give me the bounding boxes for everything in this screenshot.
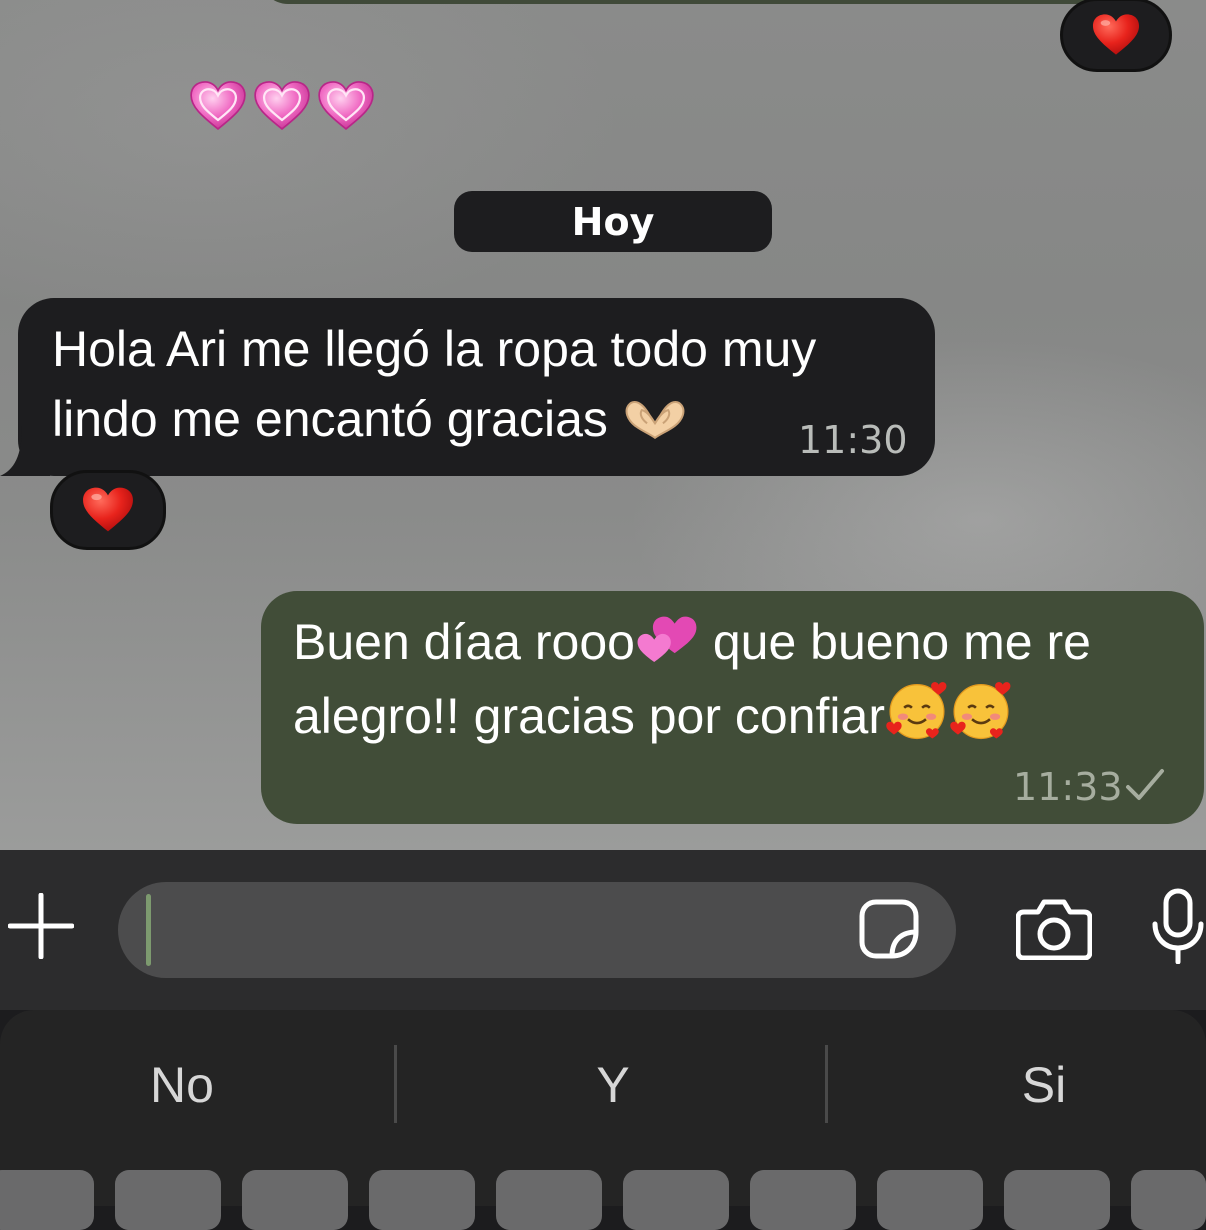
message-time: 11:33	[1013, 765, 1123, 809]
outgoing-message[interactable]: Buen díaa rooo que bueno me re alegro!! …	[261, 591, 1204, 824]
pink-heart-icon	[318, 78, 374, 134]
previous-outgoing-bubble[interactable]	[260, 0, 1160, 4]
message-text-line: Buen díaa rooo que bueno me re	[293, 607, 1172, 677]
bubble-tail	[0, 426, 50, 476]
message-text-line: lindo me encantó gracias	[52, 384, 901, 454]
suggestion-no[interactable]: No	[0, 1050, 382, 1120]
keyboard-key[interactable]	[750, 1170, 856, 1230]
keyboard-key[interactable]	[0, 1170, 94, 1230]
keyboard-key[interactable]	[115, 1170, 221, 1230]
pink-heart-icon	[254, 78, 310, 134]
keyboard-key[interactable]	[242, 1170, 348, 1230]
message-text-line: Hola Ari me llegó la ropa todo muy	[52, 321, 817, 377]
text-caret	[146, 894, 151, 966]
suggestion-y[interactable]: Y	[413, 1050, 813, 1120]
smiling-face-with-hearts-icon	[949, 677, 1013, 741]
red-heart-icon	[1092, 11, 1140, 59]
plus-icon[interactable]	[8, 893, 74, 959]
incoming-message[interactable]: Hola Ari me llegó la ropa todo muy lindo…	[0, 298, 935, 476]
date-separator: Hoy	[454, 191, 772, 252]
microphone-icon[interactable]	[1150, 888, 1206, 964]
keyboard-key[interactable]	[1131, 1170, 1206, 1230]
heart-hands-icon	[622, 396, 688, 444]
pink-hearts-message[interactable]	[190, 78, 374, 134]
suggestion-divider	[394, 1045, 397, 1123]
suggestion-si[interactable]: Si	[844, 1050, 1206, 1120]
message-time: 11:30	[798, 418, 908, 462]
pink-heart-icon	[190, 78, 246, 134]
sticker-icon[interactable]	[858, 898, 920, 960]
keyboard-key[interactable]	[877, 1170, 983, 1230]
camera-icon[interactable]	[1016, 898, 1092, 960]
chat-area[interactable]: Hoy Hola Ari me llegó la ropa todo muy l…	[0, 0, 1206, 850]
message-text-line: alegro!! gracias por confiar	[293, 677, 1172, 751]
message-input[interactable]	[118, 882, 956, 978]
red-heart-icon	[82, 484, 134, 536]
keyboard-key[interactable]	[369, 1170, 475, 1230]
keyboard-key[interactable]	[623, 1170, 729, 1230]
reaction-badge[interactable]	[50, 470, 166, 550]
reaction-badge[interactable]	[1060, 0, 1172, 72]
smiling-face-with-hearts-icon	[885, 677, 949, 741]
two-hearts-icon	[635, 611, 699, 667]
keyboard-key[interactable]	[1004, 1170, 1110, 1230]
suggestion-divider	[825, 1045, 828, 1123]
check-icon	[1126, 769, 1164, 800]
keyboard-key[interactable]	[496, 1170, 602, 1230]
